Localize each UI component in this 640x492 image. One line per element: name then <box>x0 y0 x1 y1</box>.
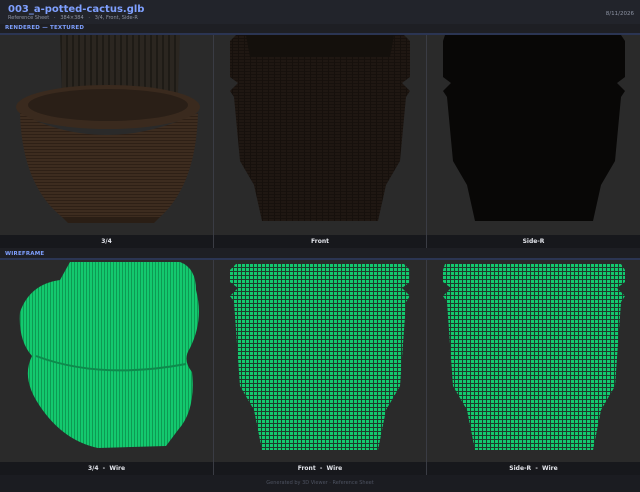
rendered-view-three-quarter: 3/4 <box>0 35 213 248</box>
rendered-section-label: RENDERED — TEXTURED <box>5 25 85 31</box>
pot-render-side-right <box>443 35 625 221</box>
panel-divider <box>426 260 427 475</box>
wireframe-grid: 3/4 - Wire Front - Wire Side-R - Wire <box>0 260 640 475</box>
pot-wire-three-quarter <box>19 262 199 448</box>
panel-divider <box>213 35 214 248</box>
pot-render-three-quarter <box>16 35 200 223</box>
footer-credit: Generated by 3D Viewer · Reference Sheet <box>0 475 640 492</box>
sheet-date: 8/11/2026 <box>605 11 634 17</box>
header-bar: 003_a-potted-cactus.glb Reference Sheet … <box>0 0 640 24</box>
sheet-subtitle: Reference Sheet · 384×384 · 3/4, Front, … <box>8 15 138 21</box>
wire-view-three-quarter: 3/4 - Wire <box>0 260 213 475</box>
pot-render-front <box>230 35 410 221</box>
wire-view-side-right: Side-R - Wire <box>427 260 640 475</box>
rendered-grid: 3/4 Front Side-R <box>0 35 640 248</box>
file-title: 003_a-potted-cactus.glb <box>8 4 145 15</box>
view-caption: 3/4 <box>0 235 213 248</box>
wire-view-front: Front - Wire <box>214 260 426 475</box>
rendered-view-side-right: Side-R <box>427 35 640 248</box>
pot-wire-front <box>230 264 410 450</box>
view-caption: 3/4 - Wire <box>0 462 213 475</box>
wireframe-section-label: WIREFRAME <box>5 251 45 257</box>
view-caption: Side-R <box>427 235 640 248</box>
view-caption: Front - Wire <box>214 462 426 475</box>
rendered-view-front: Front <box>214 35 426 248</box>
panel-divider <box>426 35 427 248</box>
view-caption: Side-R - Wire <box>427 462 640 475</box>
panel-divider <box>213 260 214 475</box>
pot-wire-side-right <box>443 264 625 450</box>
view-caption: Front <box>214 235 426 248</box>
